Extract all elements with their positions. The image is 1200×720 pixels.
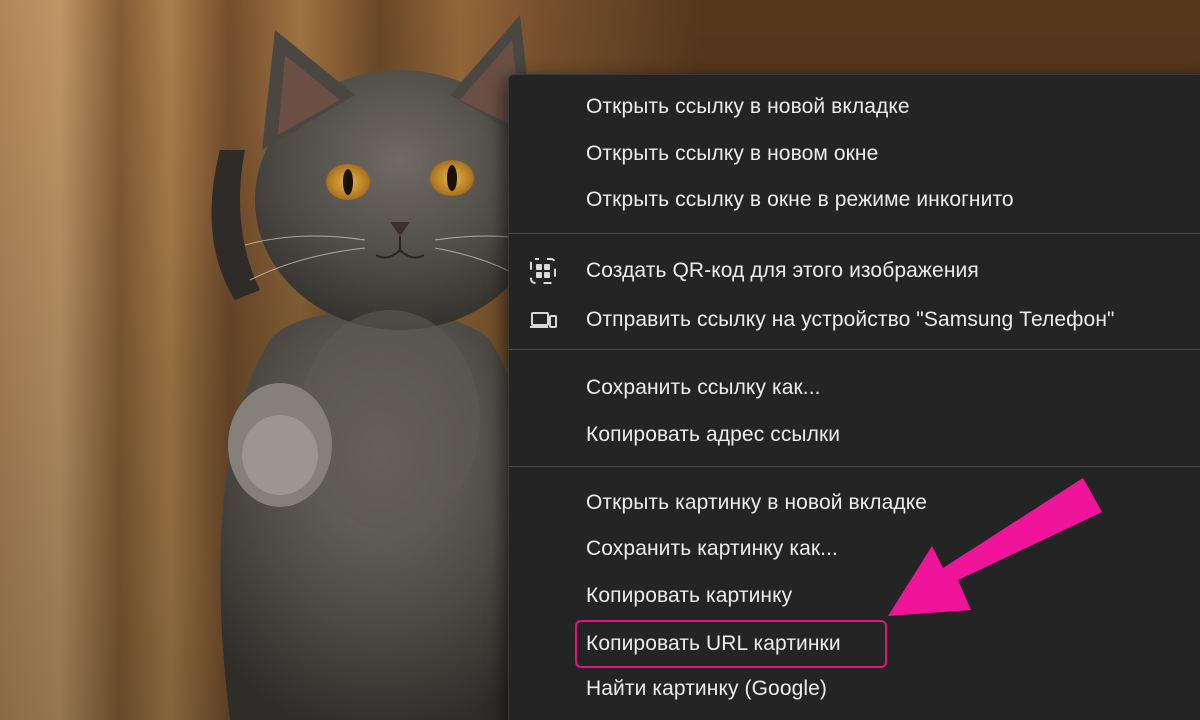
send-to-device-icon [527, 304, 559, 336]
menu-item-label: Найти картинку (Google) [586, 677, 828, 700]
highlight-box [575, 620, 887, 668]
menu-item-label: Открыть ссылку в новой вкладке [586, 95, 910, 118]
menu-item-label: Открыть ссылку в окне в режиме инкогнито [586, 188, 1014, 211]
menu-item-label: Сохранить картинку как... [586, 537, 838, 560]
menu-item-open-link-new-tab[interactable]: Открыть ссылку в новой вкладке [509, 84, 1200, 130]
menu-item-search-image-google[interactable]: Найти картинку (Google) [509, 666, 1200, 712]
annotation-arrow-icon [888, 478, 1102, 616]
menu-item-create-qr-code[interactable]: Создать QR-код для этого изображения [509, 248, 1200, 294]
cat-photo [211, 15, 545, 720]
menu-item-open-link-new-window[interactable]: Открыть ссылку в новом окне [509, 131, 1200, 177]
menu-item-copy-link-address[interactable]: Копировать адрес ссылки [509, 412, 1200, 458]
menu-item-label: Открыть ссылку в новом окне [586, 142, 879, 165]
menu-item-label: Создать QR-код для этого изображения [586, 259, 979, 282]
menu-item-label: Копировать адрес ссылки [586, 423, 841, 446]
menu-separator [509, 466, 1200, 467]
menu-item-label: Открыть картинку в новой вкладке [586, 491, 928, 514]
menu-item-send-to-device[interactable]: Отправить ссылку на устройство "Samsung … [509, 297, 1200, 343]
menu-item-label: Отправить ссылку на устройство "Samsung … [586, 308, 1115, 331]
menu-item-label: Сохранить ссылку как... [586, 376, 821, 399]
menu-item-open-link-incognito[interactable]: Открыть ссылку в окне в режиме инкогнито [509, 177, 1200, 223]
menu-item-save-link-as[interactable]: Сохранить ссылку как... [509, 365, 1200, 411]
qr-code-icon [527, 255, 559, 287]
menu-item-label: Копировать картинку [586, 584, 793, 607]
menu-separator [509, 349, 1200, 350]
screenshot-stage: Открыть ссылку в новой вкладке Открыть с… [0, 0, 1200, 720]
menu-separator [509, 233, 1200, 234]
